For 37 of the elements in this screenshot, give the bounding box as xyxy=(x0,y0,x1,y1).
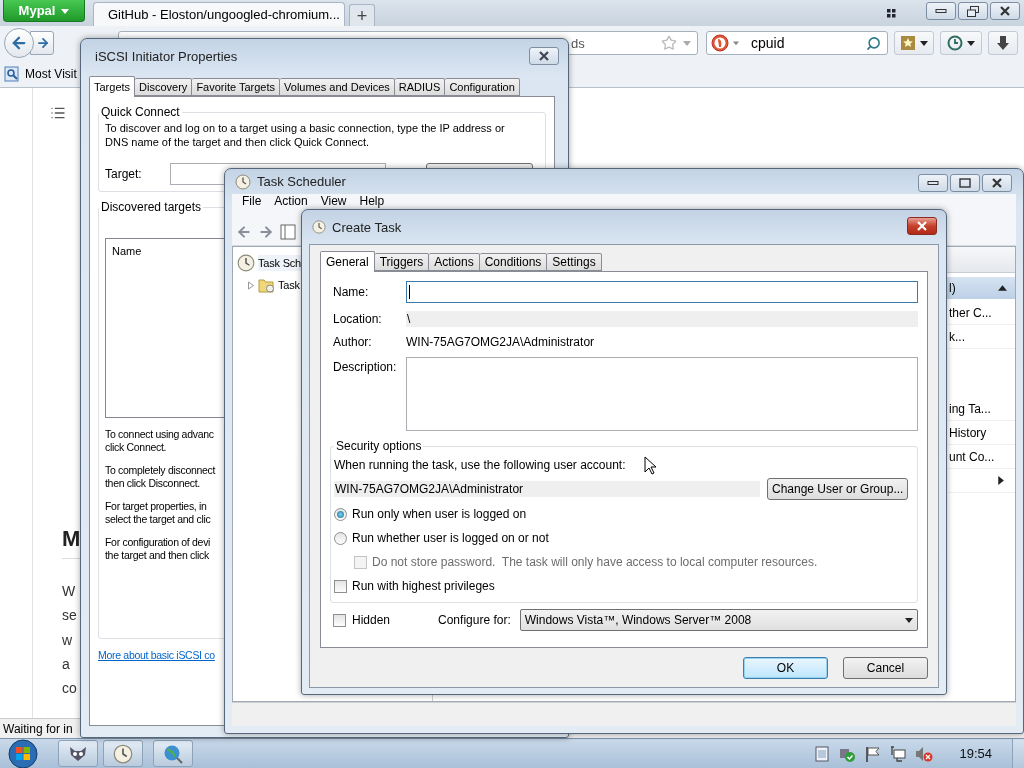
help-text: To completely disconnect then click Disconnect. xyxy=(105,464,216,490)
page-text: co xyxy=(62,679,77,699)
author-value: WIN-75AG7OMG2JA\Administrator xyxy=(406,335,595,349)
option-label: Run whether user is logged on or not xyxy=(352,531,549,545)
checkbox-label: Hidden xyxy=(352,613,391,627)
page-heading: M xyxy=(62,526,81,551)
instruction-text: To discover and log on to a target using a basic connection, type the IP address or DNS name of the target and then click Quick Connect. xyxy=(105,121,505,149)
field-label: Author: xyxy=(333,335,372,349)
window-title: Create Task xyxy=(332,219,402,235)
group-title: Security options xyxy=(335,439,423,453)
search-text: cpuid xyxy=(751,35,786,51)
account-field: WIN-75AG7OMG2JA\Administrator xyxy=(334,481,760,497)
group-title: Quick Connect xyxy=(100,105,181,119)
field-label: Configure for: xyxy=(438,613,511,627)
page-text: W xyxy=(62,582,76,601)
address-placeholder: ds xyxy=(571,35,585,51)
help-text: For configuration of devi the target and then click xyxy=(105,536,211,562)
option-label: Do not store password. The task will only have access to local computer resources. xyxy=(372,555,818,569)
page-text: se xyxy=(62,606,77,626)
target-label: Target: xyxy=(105,167,142,181)
field-label: Description: xyxy=(333,360,397,374)
field-label: Name: xyxy=(333,285,369,299)
window-title: Task Scheduler xyxy=(257,174,346,189)
status-text: Waiting for in xyxy=(3,722,73,736)
page-text: w xyxy=(62,630,73,650)
group-title: Discovered targets xyxy=(100,200,203,214)
location-field: \ xyxy=(406,311,918,327)
actions-title: l) xyxy=(949,281,956,295)
help-text: To connect using advanc click Connect. xyxy=(105,428,214,454)
option-label: Run with highest privileges xyxy=(352,579,495,593)
page-text: a xyxy=(62,654,70,674)
help-text: For target properties, in select the target and clic xyxy=(105,500,211,526)
clock-text: 19:54 xyxy=(959,746,992,761)
prompt-text: When running the task, use the following user account: xyxy=(334,458,626,472)
window-title: iSCSI Initiator Properties xyxy=(95,48,238,64)
field-label: Location: xyxy=(333,312,382,326)
option-label: Run only when user is logged on xyxy=(352,507,527,521)
